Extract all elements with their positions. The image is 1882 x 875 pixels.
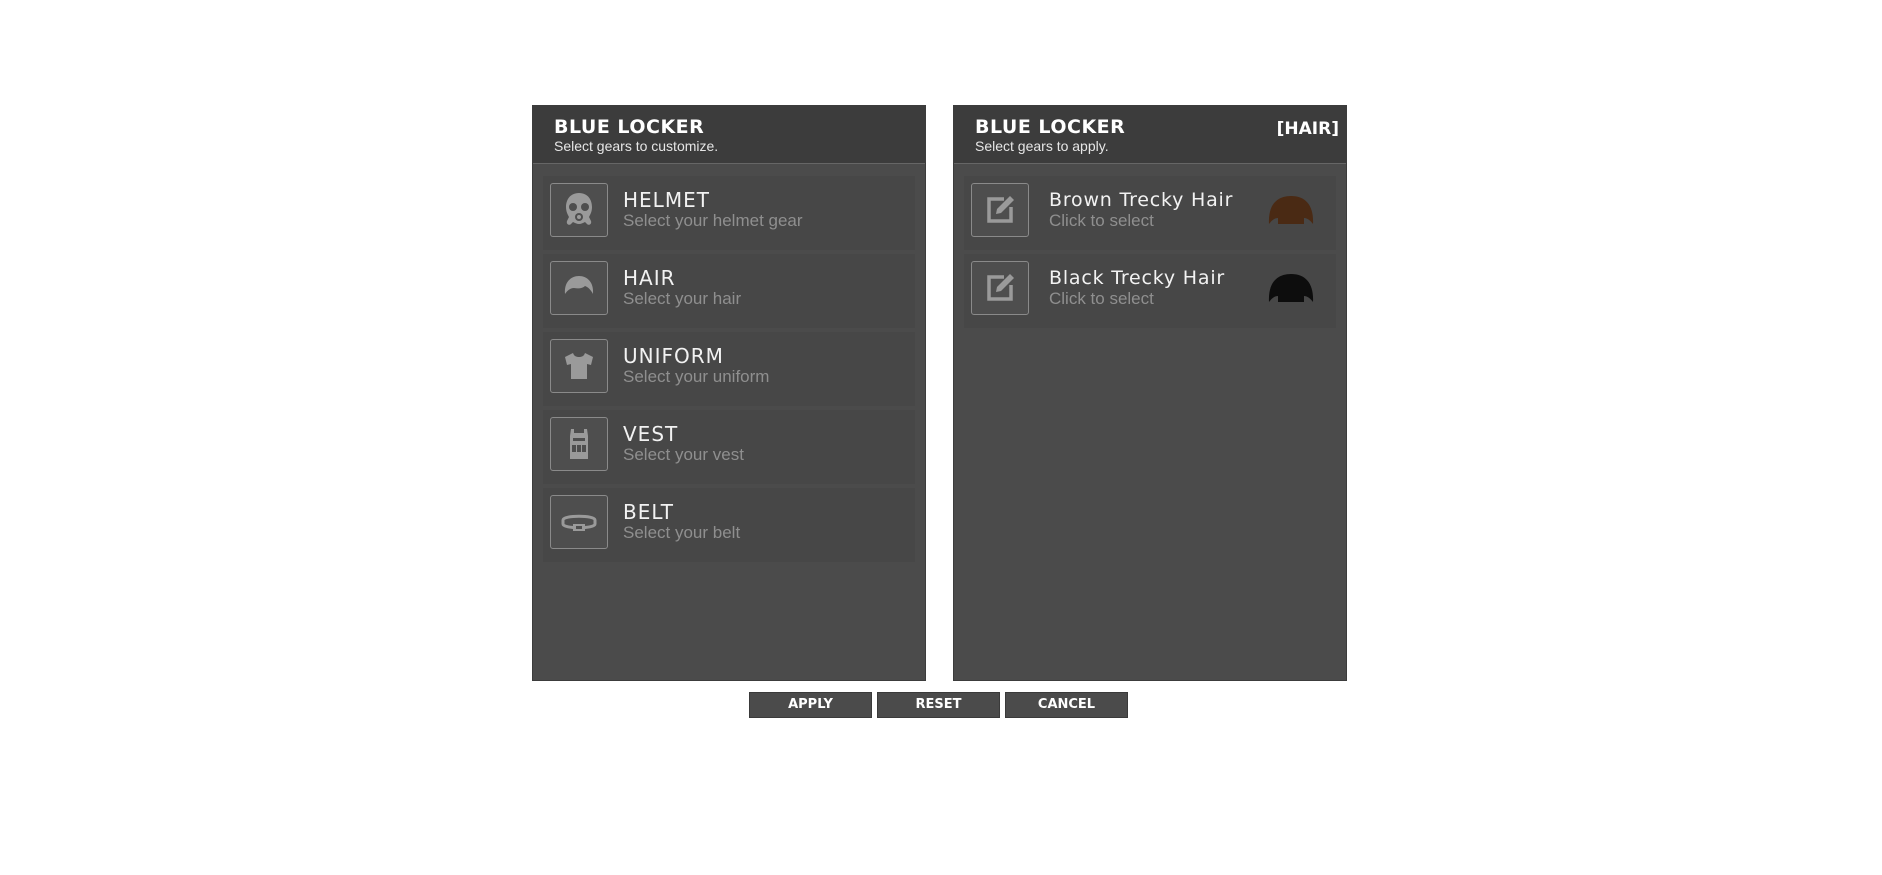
gear-options-panel: BLUE LOCKER Select gears to apply. [HAIR… <box>953 105 1347 681</box>
category-title: HAIR <box>623 266 676 290</box>
category-subtitle: Select your belt <box>623 523 741 542</box>
reset-button[interactable]: RESET <box>877 692 1000 718</box>
apply-button[interactable]: APPLY <box>749 692 872 718</box>
panel-subtitle: Select gears to customize. <box>554 138 719 154</box>
hair-thumbnail-shape <box>1268 274 1314 302</box>
category-subtitle: Select your hair <box>623 289 742 308</box>
gear-option-title: Brown Trecky Hair <box>1049 189 1234 211</box>
gear-option-black-trecky-hair[interactable]: Black Trecky Hair Click to select <box>964 254 1336 328</box>
cancel-button[interactable]: CANCEL <box>1005 692 1128 718</box>
hair-thumbnail <box>1268 196 1314 224</box>
category-item-vest[interactable]: VEST Select your vest <box>543 410 915 484</box>
category-tag: [HAIR] <box>1276 119 1339 139</box>
hair-icon <box>550 261 608 315</box>
category-subtitle: Select your helmet gear <box>623 211 803 230</box>
category-list: HELMET Select your helmet gear HAIR Sele… <box>533 164 925 562</box>
gas-mask-icon <box>550 183 608 237</box>
category-title: UNIFORM <box>623 344 724 368</box>
edit-icon <box>971 261 1029 315</box>
category-item-hair[interactable]: HAIR Select your hair <box>543 254 915 328</box>
category-item-helmet[interactable]: HELMET Select your helmet gear <box>543 176 915 250</box>
gear-option-subtitle: Click to select <box>1049 289 1154 308</box>
panel-header: BLUE LOCKER Select gears to customize. <box>533 106 925 164</box>
belt-icon <box>550 495 608 549</box>
category-item-uniform[interactable]: UNIFORM Select your uniform <box>543 332 915 406</box>
gear-option-subtitle: Click to select <box>1049 211 1154 230</box>
category-title: BELT <box>623 500 674 524</box>
tshirt-icon <box>550 339 608 393</box>
gear-category-panel: BLUE LOCKER Select gears to customize. H… <box>532 105 926 681</box>
category-title: VEST <box>623 422 679 446</box>
hair-thumbnail-shape <box>1268 196 1314 224</box>
category-subtitle: Select your vest <box>623 445 744 464</box>
panel-title: BLUE LOCKER <box>554 116 705 138</box>
hair-thumbnail <box>1268 274 1314 302</box>
gear-option-title: Black Trecky Hair <box>1049 267 1226 289</box>
gear-option-list: Brown Trecky Hair Click to select Black … <box>954 164 1346 328</box>
vest-icon <box>550 417 608 471</box>
edit-icon <box>971 183 1029 237</box>
gear-option-brown-trecky-hair[interactable]: Brown Trecky Hair Click to select <box>964 176 1336 250</box>
panel-header: BLUE LOCKER Select gears to apply. [HAIR… <box>954 106 1346 164</box>
category-title: HELMET <box>623 188 710 212</box>
panel-subtitle: Select gears to apply. <box>975 138 1109 154</box>
category-subtitle: Select your uniform <box>623 367 770 386</box>
category-item-belt[interactable]: BELT Select your belt <box>543 488 915 562</box>
